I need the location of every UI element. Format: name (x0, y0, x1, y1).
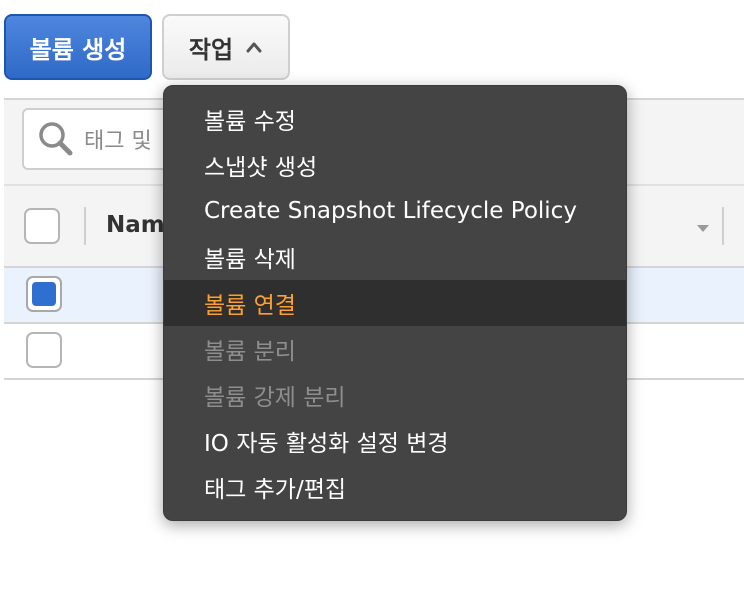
menu-item-create-snapshot[interactable]: 스냅샷 생성 (164, 142, 626, 188)
checkbox-checked-fill (32, 282, 56, 306)
actions-button[interactable]: 작업 (162, 14, 290, 80)
actions-label: 작업 (188, 35, 234, 64)
menu-item-force-detach-volume: 볼륨 강제 분리 (204, 385, 346, 411)
menu-item-create-snapshot-lifecycle-policy[interactable]: Create Snapshot Lifecycle Policy (164, 188, 626, 234)
search-icon (39, 122, 73, 156)
menu-item-detach-volume: 볼륨 분리 (204, 339, 296, 365)
search-placeholder: 태그 및 (84, 129, 152, 154)
menu-item-add-edit-tags[interactable]: 태그 추가/편집 (164, 464, 626, 510)
menu-item-delete-volume[interactable]: 볼륨 삭제 (164, 234, 626, 280)
menu-item-modify-volume[interactable]: 볼륨 수정 (164, 96, 626, 142)
column-divider[interactable] (722, 207, 724, 245)
row-checkbox[interactable] (26, 332, 62, 368)
create-volume-label: 볼륨 생성 (29, 35, 127, 64)
menu-item-change-auto-enable-io[interactable]: IO 자동 활성화 설정 변경 (164, 418, 626, 464)
row-checkbox-selected[interactable] (26, 276, 62, 312)
menu-item-attach-volume[interactable]: 볼륨 연결 (164, 280, 626, 326)
column-divider (84, 207, 86, 245)
search-input[interactable]: 태그 및 (22, 108, 182, 170)
actions-menu: 볼륨 수정 스냅샷 생성 Create Snapshot Lifecycle P… (163, 85, 627, 521)
chevron-up-icon (246, 42, 262, 53)
select-all-checkbox[interactable] (24, 208, 60, 244)
create-volume-button[interactable]: 볼륨 생성 (4, 14, 152, 80)
sort-down-icon[interactable] (694, 222, 712, 234)
